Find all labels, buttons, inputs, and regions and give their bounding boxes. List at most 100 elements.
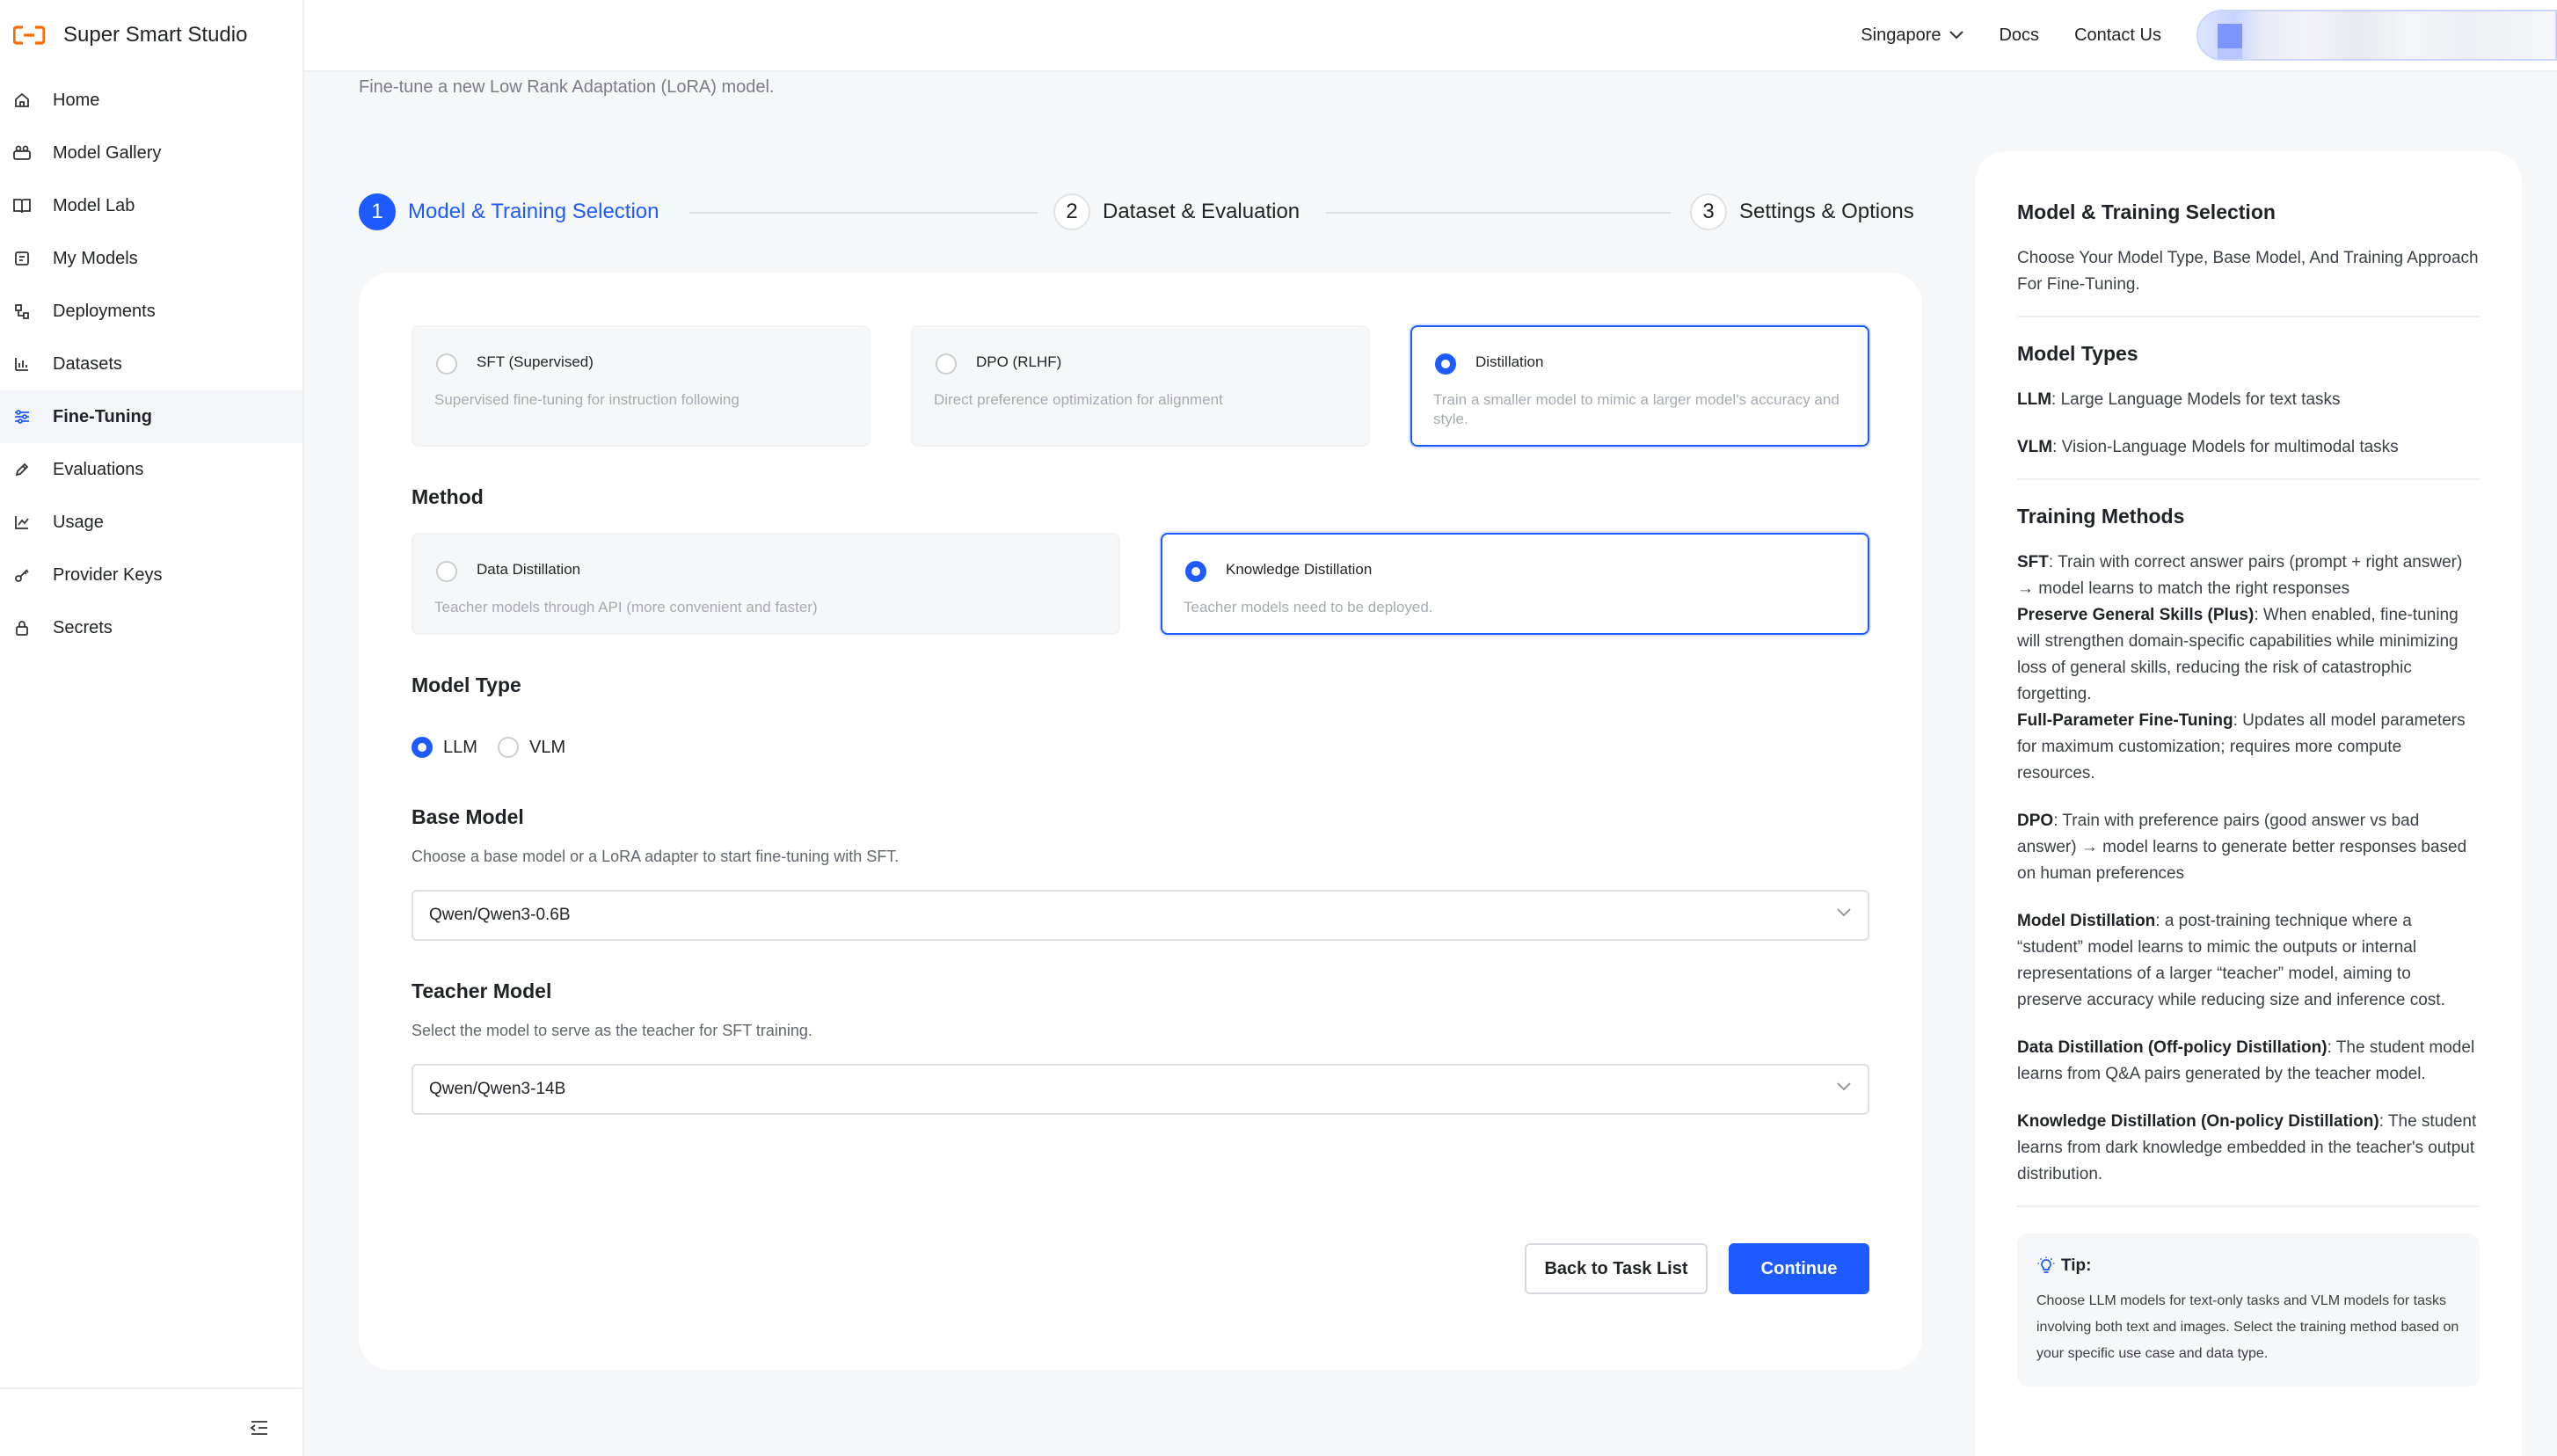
info-panel: Model & Training Selection Choose Your M… <box>1975 151 2522 1456</box>
sidebar-item-model-lab[interactable]: Model Lab <box>0 179 302 232</box>
option-description: Teacher models through API (more conveni… <box>434 599 818 615</box>
stepper: 1 Model & Training Selection 2 Dataset &… <box>359 193 1922 232</box>
dpo-description: DPO: Train with preference pairs (good a… <box>2017 808 2480 887</box>
continue-button[interactable]: Continue <box>1729 1243 1869 1294</box>
home-icon <box>12 91 32 110</box>
collapse-sidebar-icon[interactable] <box>250 1419 271 1438</box>
model-type-vlm[interactable]: VLM <box>498 737 565 758</box>
training-option-dpo[interactable]: DPO (RLHF) Direct preference optimizatio… <box>911 325 1370 447</box>
step-number: 2 <box>1053 193 1090 230</box>
brand-logo-icon <box>12 24 46 47</box>
sidebar-nav: Home Model Gallery Model Lab My Models D… <box>0 74 302 654</box>
option-title: DPO (RLHF) <box>976 353 1062 370</box>
sidebar-item-label: Home <box>53 90 100 110</box>
radio-button[interactable] <box>936 353 957 375</box>
sidebar-item-deployments[interactable]: Deployments <box>0 285 302 338</box>
divider <box>2017 316 2480 317</box>
sidebar-item-datasets[interactable]: Datasets <box>0 338 302 390</box>
brand[interactable]: Super Smart Studio <box>0 0 302 70</box>
step-connector <box>1326 212 1671 214</box>
sidebar: Super Smart Studio Home Model Gallery Mo… <box>0 0 304 1456</box>
data-distill-term: Data Distillation (Off-policy Distillati… <box>2017 1038 2328 1057</box>
sidebar-item-label: Fine-Tuning <box>53 406 152 426</box>
back-to-task-list-button[interactable]: Back to Task List <box>1525 1243 1708 1294</box>
teacher-model-title: Teacher Model <box>412 979 552 1002</box>
option-title: Distillation <box>1475 353 1544 370</box>
radio-label: VLM <box>529 737 566 757</box>
vlm-description: VLM: Vision-Language Models for multimod… <box>2017 434 2480 461</box>
step-model-training[interactable]: 1 Model & Training Selection <box>359 193 659 230</box>
radio-button[interactable] <box>412 737 433 758</box>
know-distill-term: Knowledge Distillation (On-policy Distil… <box>2017 1112 2379 1131</box>
full-term: Full-Parameter Fine-Tuning <box>2017 711 2233 730</box>
account-avatar[interactable] <box>2196 10 2557 61</box>
option-description: Train a smaller model to mimic a larger … <box>1433 391 1839 427</box>
step-number: 3 <box>1690 193 1727 230</box>
sidebar-item-home[interactable]: Home <box>0 74 302 127</box>
lock-icon <box>12 618 32 637</box>
radio-button[interactable] <box>436 561 457 582</box>
radio-button[interactable] <box>436 353 457 375</box>
models-icon <box>12 249 32 268</box>
teacher-model-value: Qwen/Qwen3-14B <box>429 1080 566 1098</box>
sidebar-item-label: Deployments <box>53 301 156 321</box>
step-number: 1 <box>359 193 396 230</box>
radio-button[interactable] <box>498 737 519 758</box>
divider <box>2017 1205 2480 1207</box>
training-option-sft[interactable]: SFT (Supervised) Supervised fine-tuning … <box>412 325 871 447</box>
tip-box: Tip: Choose LLM models for text-only tas… <box>2017 1234 2480 1387</box>
sidebar-item-label: Model Lab <box>53 195 135 215</box>
chevron-down-icon <box>1949 31 1964 40</box>
docs-link[interactable]: Docs <box>1999 25 2039 46</box>
chart-icon <box>12 513 32 532</box>
sidebar-item-fine-tuning[interactable]: Fine-Tuning <box>0 390 302 443</box>
datasets-icon <box>12 354 32 374</box>
radio-label: LLM <box>443 737 477 757</box>
step-dataset-evaluation[interactable]: 2 Dataset & Evaluation <box>1053 193 1300 230</box>
option-title: Knowledge Distillation <box>1226 561 1373 578</box>
method-option-data-distillation[interactable]: Data Distillation Teacher models through… <box>412 533 1120 635</box>
model-type-llm[interactable]: LLM <box>412 737 477 758</box>
sidebar-item-label: My Models <box>53 248 138 268</box>
lightbulb-icon <box>2037 1256 2055 1273</box>
radio-button[interactable] <box>1435 353 1456 375</box>
sliders-icon <box>12 407 32 426</box>
sidebar-item-evaluations[interactable]: Evaluations <box>0 443 302 496</box>
info-intro: Choose Your Model Type, Base Model, And … <box>2017 249 2479 294</box>
deployments-icon <box>12 302 32 321</box>
sidebar-item-label: Secrets <box>53 617 113 637</box>
sidebar-item-my-models[interactable]: My Models <box>0 232 302 285</box>
base-model-title: Base Model <box>412 805 524 828</box>
step-label: Settings & Options <box>1739 200 1914 223</box>
option-description: Supervised fine-tuning for instruction f… <box>434 391 739 408</box>
distill-term: Model Distillation <box>2017 912 2156 930</box>
llm-description: LLM: Large Language Models for text task… <box>2017 387 2480 413</box>
teacher-model-select[interactable]: Qwen/Qwen3-14B <box>412 1064 1869 1115</box>
region-selector[interactable]: Singapore <box>1861 25 1964 46</box>
sidebar-item-provider-keys[interactable]: Provider Keys <box>0 549 302 601</box>
sidebar-item-model-gallery[interactable]: Model Gallery <box>0 127 302 179</box>
option-title: SFT (Supervised) <box>477 353 594 370</box>
method-option-knowledge-distillation[interactable]: Knowledge Distillation Teacher models ne… <box>1161 533 1869 635</box>
sidebar-item-label: Evaluations <box>53 459 144 479</box>
sidebar-item-label: Model Gallery <box>53 142 162 163</box>
step-label: Model & Training Selection <box>408 200 659 223</box>
training-methods-heading: Training Methods <box>2017 505 2185 528</box>
base-model-select[interactable]: Qwen/Qwen3-0.6B <box>412 890 1869 941</box>
lab-icon <box>12 196 32 215</box>
plus-term: Preserve General Skills (Plus) <box>2017 606 2255 624</box>
model-types-heading: Model Types <box>2017 342 2138 365</box>
training-option-distillation[interactable]: Distillation Train a smaller model to mi… <box>1410 325 1869 447</box>
sidebar-item-usage[interactable]: Usage <box>0 496 302 549</box>
chevron-down-icon <box>1837 908 1851 917</box>
radio-button[interactable] <box>1185 561 1206 582</box>
step-settings-options[interactable]: 3 Settings & Options <box>1690 193 1914 230</box>
contact-link[interactable]: Contact Us <box>2074 25 2161 46</box>
sidebar-item-label: Usage <box>53 512 104 532</box>
info-title: Model & Training Selection <box>2017 200 2276 223</box>
key-icon <box>12 565 32 585</box>
llm-text: : Large Language Models for text tasks <box>2051 390 2341 409</box>
sidebar-item-secrets[interactable]: Secrets <box>0 601 302 654</box>
region-label: Singapore <box>1861 25 1941 45</box>
llm-term: LLM <box>2017 390 2052 409</box>
